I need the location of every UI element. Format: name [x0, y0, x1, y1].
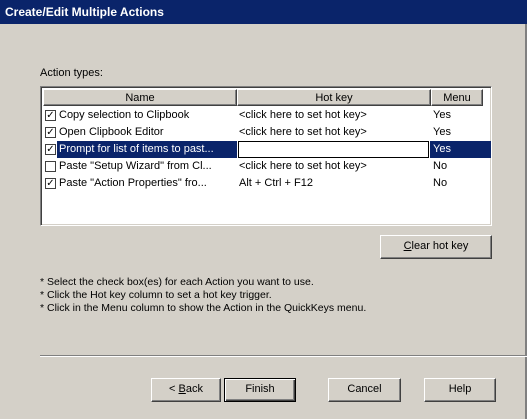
back-button[interactable]: < Back	[151, 378, 221, 402]
row-name[interactable]: Prompt for list of items to past...	[59, 143, 237, 155]
instructions: * Select the check box(es) for each Acti…	[40, 276, 366, 315]
row-checkbox[interactable]	[45, 161, 56, 172]
list-row[interactable]: Paste "Setup Wizard" from Cl... <click h…	[43, 158, 491, 175]
separator	[40, 355, 527, 357]
row-menu[interactable]: No	[433, 177, 447, 189]
list-row[interactable]: ✓ Open Clipbook Editor <click here to se…	[43, 124, 491, 141]
instruction-line: * Click the Hot key column to set a hot …	[40, 289, 272, 301]
row-menu[interactable]: Yes	[433, 143, 451, 155]
action-types-label: Action types:	[40, 67, 103, 79]
cancel-button[interactable]: Cancel	[328, 378, 401, 402]
hotkey-edit-field[interactable]	[238, 141, 429, 158]
row-checkbox[interactable]: ✓	[45, 144, 56, 155]
row-menu[interactable]: No	[433, 160, 447, 172]
row-name[interactable]: Paste "Setup Wizard" from Cl...	[59, 160, 237, 172]
row-menu[interactable]: Yes	[433, 109, 451, 121]
column-header-name[interactable]: Name	[43, 89, 237, 106]
help-button[interactable]: Help	[424, 378, 496, 402]
column-header-menu[interactable]: Menu	[431, 89, 483, 106]
window-title: Create/Edit Multiple Actions	[5, 5, 164, 19]
finish-button[interactable]: Finish	[224, 378, 296, 402]
check-mark-icon: ✓	[46, 144, 55, 155]
title-bar: Create/Edit Multiple Actions	[0, 0, 527, 24]
row-name[interactable]: Open Clipbook Editor	[59, 126, 237, 138]
row-name[interactable]: Copy selection to Clipbook	[59, 109, 237, 121]
instruction-line: * Click in the Menu column to show the A…	[40, 302, 367, 314]
instruction-line: * Select the check box(es) for each Acti…	[40, 276, 314, 288]
clear-hotkey-label: lear hot key	[411, 240, 469, 252]
column-header-hotkey[interactable]: Hot key	[237, 89, 431, 106]
actions-list[interactable]: Name Hot key Menu ✓ Copy selection to Cl…	[40, 86, 492, 226]
row-name[interactable]: Paste "Action Properties" fro...	[59, 177, 237, 189]
row-checkbox[interactable]: ✓	[45, 178, 56, 189]
row-checkbox[interactable]: ✓	[45, 110, 56, 121]
list-row[interactable]: ✓ Copy selection to Clipbook <click here…	[43, 107, 491, 124]
list-header: Name Hot key Menu	[43, 89, 483, 106]
row-menu[interactable]: Yes	[433, 126, 451, 138]
row-hotkey[interactable]: <click here to set hot key>	[239, 109, 431, 121]
list-row[interactable]: ✓ Paste "Action Properties" fro... Alt +…	[43, 175, 491, 192]
clear-hotkey-button[interactable]: Clear hot key	[380, 235, 492, 259]
back-mnemonic: B	[178, 383, 186, 395]
row-hotkey[interactable]: Alt + Ctrl + F12	[239, 177, 431, 189]
check-mark-icon: ✓	[46, 110, 55, 121]
back-prefix: <	[169, 383, 179, 395]
list-rows: ✓ Copy selection to Clipbook <click here…	[43, 107, 491, 192]
check-mark-icon: ✓	[46, 178, 55, 189]
row-hotkey[interactable]: <click here to set hot key>	[239, 126, 431, 138]
row-hotkey[interactable]: <click here to set hot key>	[239, 160, 431, 172]
list-row-selected[interactable]: ✓ Prompt for list of items to past... Ye…	[43, 141, 491, 158]
clear-hotkey-mnemonic: C	[403, 240, 412, 252]
back-label: ack	[185, 383, 203, 395]
check-mark-icon: ✓	[46, 127, 55, 138]
row-checkbox[interactable]: ✓	[45, 127, 56, 138]
